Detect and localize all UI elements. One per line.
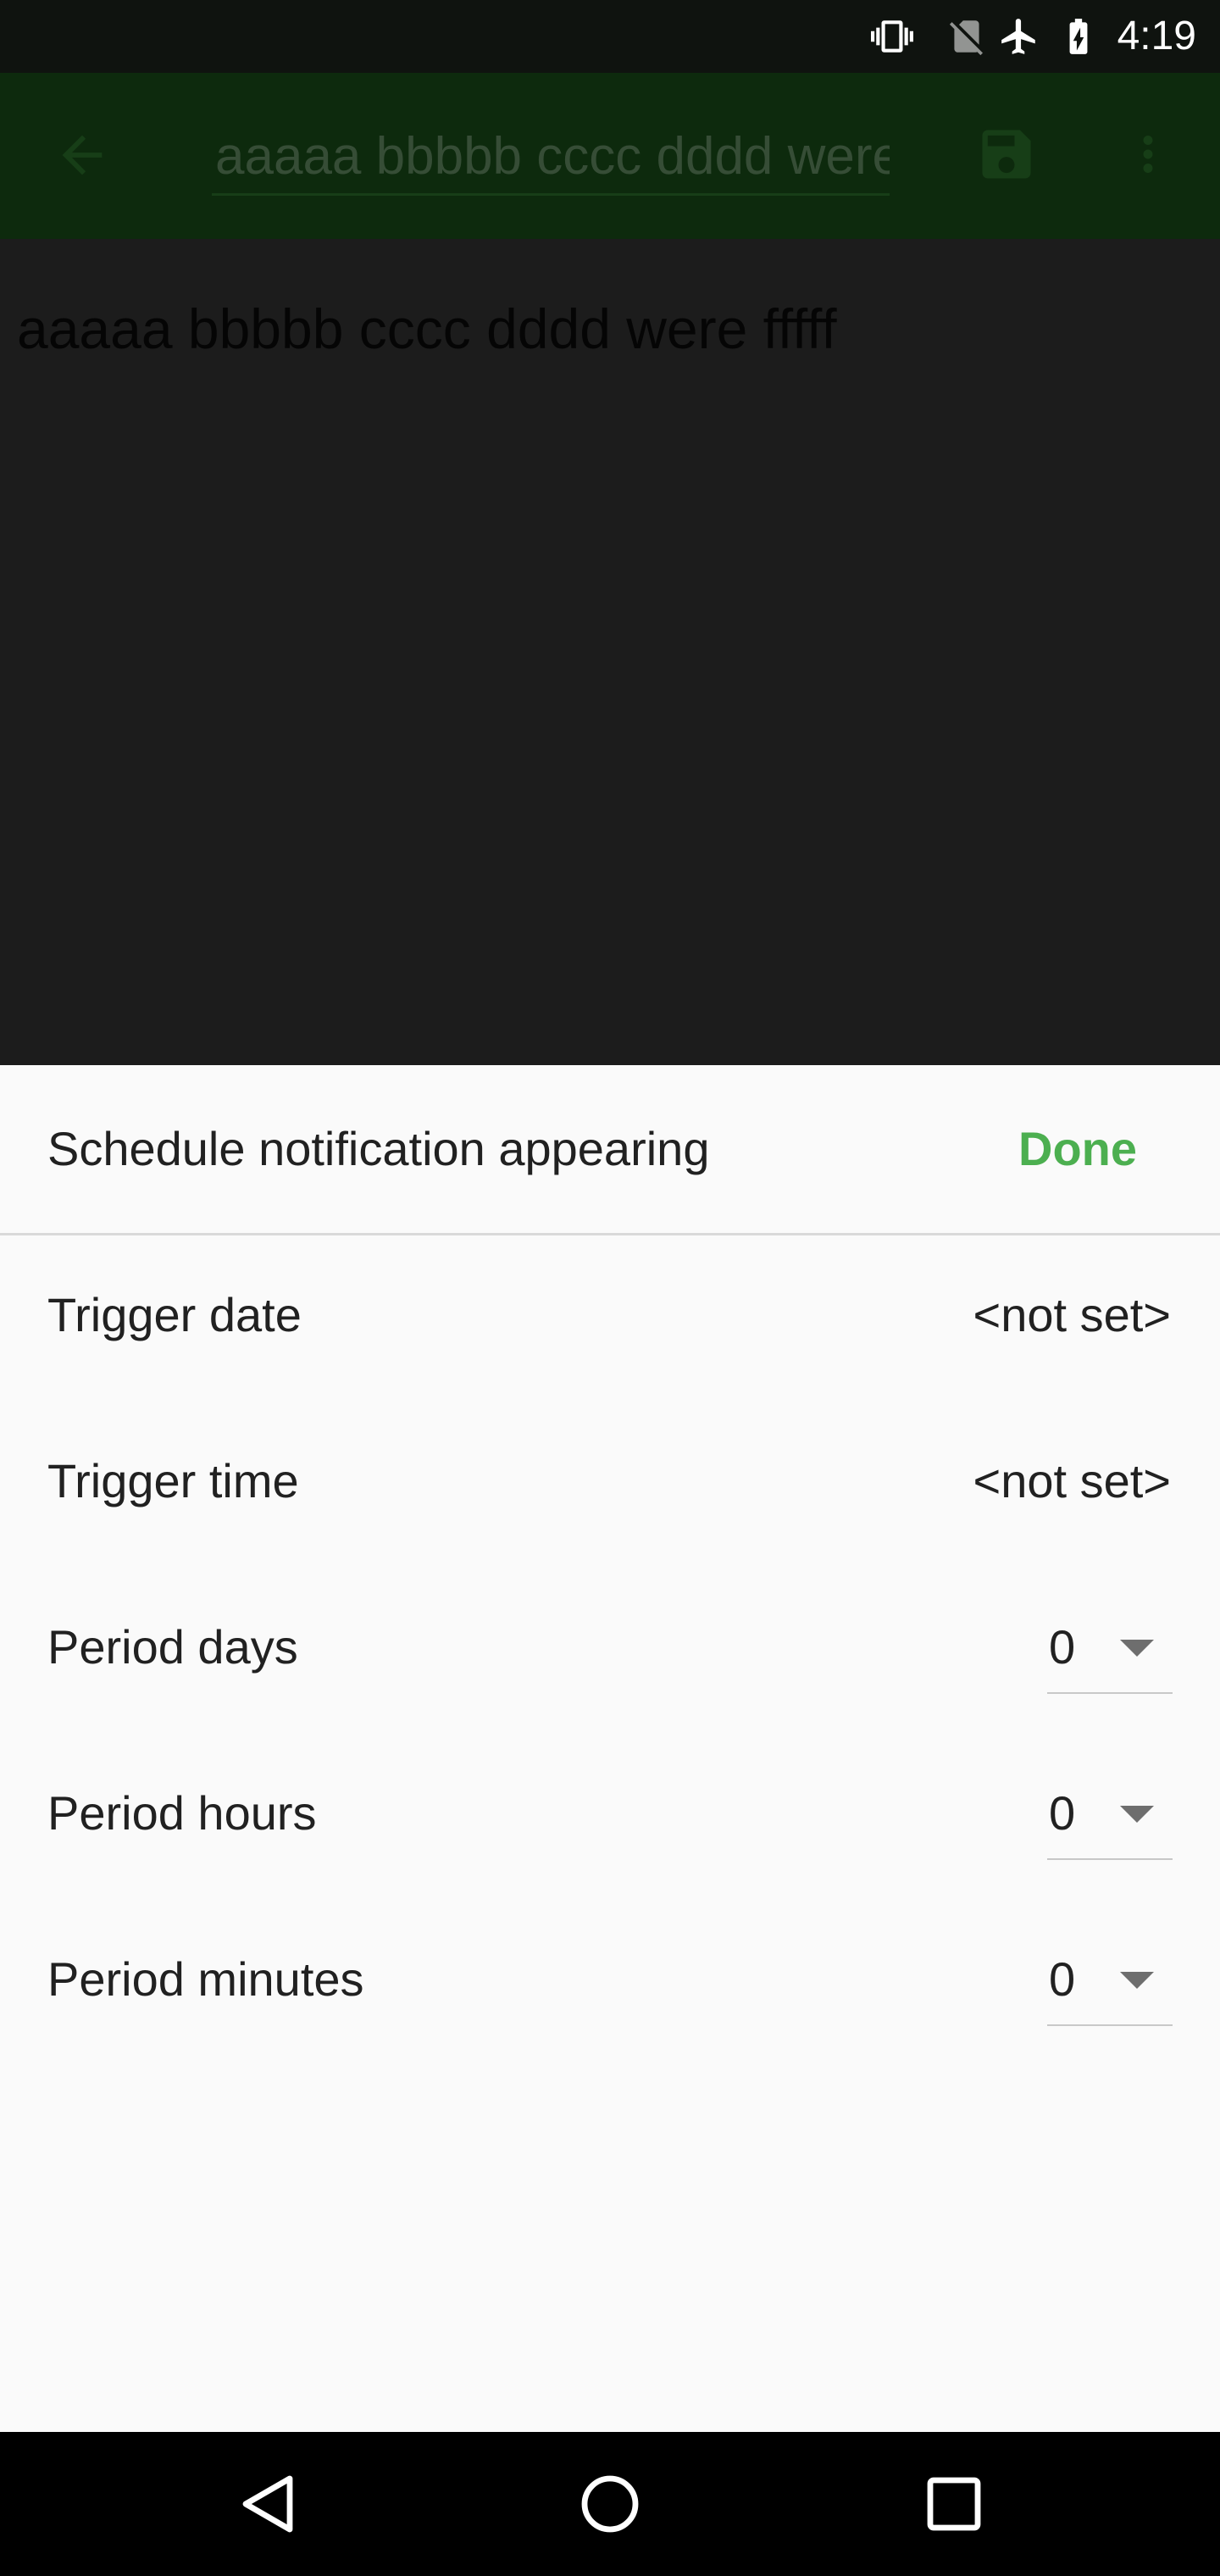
status-bar: 4:19	[0, 0, 1220, 73]
trigger-date-value[interactable]: <not set>	[973, 1285, 1171, 1345]
status-time: 4:19	[1117, 14, 1196, 58]
battery-charging-icon	[1069, 19, 1088, 54]
schedule-notification-sheet: Schedule notification appearing Done Tri…	[0, 1065, 1220, 2432]
trigger-date-label: Trigger date	[47, 1288, 302, 1341]
more-vert-icon[interactable]	[1120, 122, 1176, 186]
dropdown-arrow-icon	[1120, 1640, 1154, 1657]
period-minutes-spinner[interactable]: 0	[1047, 1935, 1173, 2026]
dropdown-arrow-icon	[1120, 1972, 1154, 1989]
no-sim-icon	[949, 20, 983, 56]
period-days-spinner[interactable]: 0	[1047, 1602, 1173, 1694]
note-text: aaaaa bbbbb cccc dddd were fffff	[17, 297, 837, 360]
period-minutes-label: Period minutes	[47, 1952, 364, 2006]
note-body: aaaaa bbbbb cccc dddd were fffff	[0, 239, 1220, 1065]
period-days-row: Period days 0	[0, 1567, 1220, 1733]
app-bar: aaaaa bbbbb cccc dddd were fffff	[0, 73, 1220, 239]
period-hours-spinner[interactable]: 0	[1047, 1768, 1173, 1860]
navigation-bar	[0, 2432, 1220, 2576]
nav-recents-icon[interactable]	[920, 2470, 988, 2538]
period-hours-row: Period hours 0	[0, 1733, 1220, 1899]
period-minutes-row: Period minutes 0	[0, 1899, 1220, 2065]
save-icon[interactable]	[974, 122, 1039, 186]
period-minutes-value: 0	[1049, 1952, 1076, 2006]
nav-home-icon[interactable]	[576, 2470, 644, 2538]
title-input[interactable]: aaaaa bbbbb cccc dddd were fffff	[212, 117, 890, 196]
sheet-header: Schedule notification appearing Done	[0, 1065, 1220, 1235]
vibrate-icon	[871, 20, 913, 53]
title-input-value: aaaaa bbbbb cccc dddd were fffff	[215, 127, 890, 186]
done-button[interactable]: Done	[1018, 1119, 1137, 1179]
period-hours-label: Period hours	[47, 1786, 317, 1840]
trigger-time-row[interactable]: Trigger time <not set>	[0, 1401, 1220, 1567]
airplane-mode-icon	[1001, 19, 1035, 54]
trigger-date-row[interactable]: Trigger date <not set>	[0, 1235, 1220, 1401]
period-days-value: 0	[1049, 1620, 1076, 1674]
period-days-label: Period days	[47, 1620, 298, 1674]
period-hours-value: 0	[1049, 1786, 1076, 1840]
sheet-title: Schedule notification appearing	[47, 1122, 710, 1175]
back-arrow-icon[interactable]	[53, 125, 112, 185]
dropdown-arrow-icon	[1120, 1806, 1154, 1823]
trigger-time-value[interactable]: <not set>	[973, 1452, 1171, 1511]
trigger-time-label: Trigger time	[47, 1454, 299, 1507]
screen: 4:19 aaaaa bbbbb cccc dddd were fffff aa…	[0, 0, 1220, 2576]
nav-back-icon[interactable]	[234, 2470, 302, 2538]
